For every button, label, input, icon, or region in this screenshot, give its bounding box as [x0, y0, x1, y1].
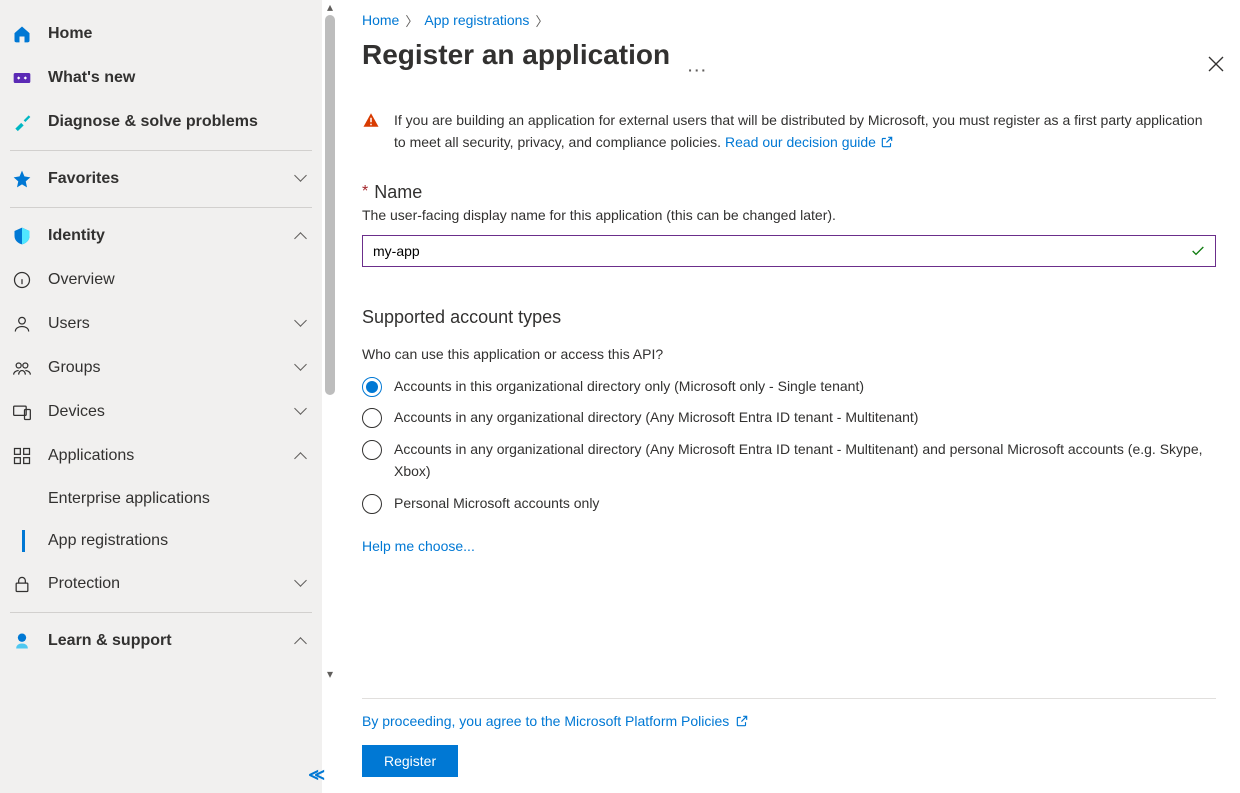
- apps-icon: [12, 446, 32, 466]
- sidebar-item-label: Favorites: [48, 170, 119, 188]
- breadcrumb-app-registrations[interactable]: App registrations: [424, 12, 529, 28]
- sidebar-item-protection[interactable]: Protection: [0, 562, 322, 606]
- sidebar-item-label: Home: [48, 25, 92, 43]
- register-button[interactable]: Register: [362, 745, 458, 777]
- warning-decision-guide-link[interactable]: Read our decision guide: [725, 134, 894, 150]
- sidebar-item-home[interactable]: Home: [0, 12, 322, 56]
- external-link-icon: [880, 135, 894, 149]
- link-text: Read our decision guide: [725, 134, 876, 150]
- scroll-thumb[interactable]: [325, 15, 335, 395]
- link-text: By proceeding, you agree to the Microsof…: [362, 713, 729, 729]
- sidebar-item-identity[interactable]: Identity: [0, 214, 322, 258]
- warning-banner: If you are building an application for e…: [362, 109, 1216, 154]
- app-name-input[interactable]: [362, 235, 1216, 267]
- support-icon: [12, 631, 32, 651]
- sidebar-item-label: What's new: [48, 69, 135, 87]
- sidebar-divider: [10, 207, 312, 208]
- sidebar-item-users[interactable]: Users: [0, 302, 322, 346]
- required-indicator: *: [362, 183, 368, 201]
- groups-icon: [12, 358, 32, 378]
- account-type-option-multitenant[interactable]: Accounts in any organizational directory…: [362, 407, 1216, 429]
- sidebar-item-applications[interactable]: Applications: [0, 434, 322, 478]
- breadcrumb-home[interactable]: Home: [362, 12, 399, 28]
- footer: By proceeding, you agree to the Microsof…: [362, 698, 1216, 793]
- sidebar-divider: [10, 612, 312, 613]
- home-icon: [12, 24, 32, 44]
- sidebar-item-label: Applications: [48, 447, 134, 465]
- radio-icon: [362, 440, 382, 460]
- sidebar-item-label: App registrations: [48, 532, 168, 550]
- sidebar-item-label: Identity: [48, 227, 105, 245]
- sidebar-item-label: Protection: [48, 575, 120, 593]
- warning-text-container: If you are building an application for e…: [394, 109, 1216, 154]
- help-me-choose-link[interactable]: Help me choose...: [362, 538, 1216, 554]
- chevron-down-icon: [292, 316, 308, 332]
- name-label: Name: [374, 182, 422, 203]
- radio-label: Accounts in any organizational directory…: [394, 439, 1216, 482]
- chevron-right-icon: 〉: [535, 11, 548, 30]
- collapse-sidebar-button[interactable]: ≪: [308, 765, 325, 785]
- account-type-option-multitenant-personal[interactable]: Accounts in any organizational directory…: [362, 439, 1216, 482]
- account-type-option-personal-only[interactable]: Personal Microsoft accounts only: [362, 493, 1216, 515]
- devices-icon: [12, 402, 32, 422]
- sidebar-scrollbar[interactable]: ▴ ▾: [322, 0, 338, 793]
- sidebar-item-app-registrations[interactable]: App registrations: [0, 520, 322, 562]
- sparkle-icon: [12, 68, 32, 88]
- user-icon: [12, 314, 32, 334]
- sidebar-item-label: Learn & support: [48, 632, 172, 650]
- sidebar-item-diagnose[interactable]: Diagnose & solve problems: [0, 100, 322, 144]
- sidebar-item-groups[interactable]: Groups: [0, 346, 322, 390]
- chevron-down-icon: [292, 171, 308, 187]
- page-title: Register an application: [362, 39, 670, 71]
- radio-icon: [362, 494, 382, 514]
- tools-icon: [12, 112, 32, 132]
- chevron-down-icon: [292, 360, 308, 376]
- radio-icon: [362, 408, 382, 428]
- radio-icon: [362, 377, 382, 397]
- chevron-up-icon: [292, 633, 308, 649]
- main-content: Home 〉 App registrations 〉 Register an a…: [338, 0, 1240, 793]
- account-types-question: Who can use this application or access t…: [362, 346, 1216, 362]
- account-type-option-single-tenant[interactable]: Accounts in this organizational director…: [362, 376, 1216, 398]
- account-types-heading: Supported account types: [362, 307, 1216, 328]
- sidebar-divider: [10, 150, 312, 151]
- chevron-right-icon: 〉: [405, 11, 418, 30]
- info-icon: [12, 270, 32, 290]
- chevron-down-icon: [292, 576, 308, 592]
- sidebar-item-enterprise-apps[interactable]: Enterprise applications: [0, 478, 322, 520]
- chevron-up-icon: [292, 228, 308, 244]
- sidebar-item-label: Enterprise applications: [48, 490, 210, 508]
- more-actions-button[interactable]: ···: [688, 62, 708, 78]
- chevron-down-icon: [292, 404, 308, 420]
- close-button[interactable]: [1204, 52, 1228, 76]
- sidebar-item-label: Users: [48, 315, 90, 333]
- radio-label: Personal Microsoft accounts only: [394, 493, 599, 515]
- radio-label: Accounts in any organizational directory…: [394, 407, 918, 429]
- radio-label: Accounts in this organizational director…: [394, 376, 864, 398]
- name-help-text: The user-facing display name for this ap…: [362, 207, 1216, 223]
- chevron-up-icon: [292, 448, 308, 464]
- scroll-up-arrow[interactable]: ▴: [322, 0, 338, 16]
- platform-policies-link[interactable]: By proceeding, you agree to the Microsof…: [362, 713, 749, 729]
- sidebar-scroll: Home What's new Diagnose & solve problem…: [0, 12, 322, 785]
- check-icon: [1190, 243, 1206, 259]
- sidebar-item-label: Devices: [48, 403, 105, 421]
- sidebar-item-whats-new[interactable]: What's new: [0, 56, 322, 100]
- breadcrumb: Home 〉 App registrations 〉: [362, 10, 1216, 29]
- name-label-row: * Name: [362, 182, 1216, 203]
- sidebar-item-devices[interactable]: Devices: [0, 390, 322, 434]
- sidebar-item-overview[interactable]: Overview: [0, 258, 322, 302]
- sidebar: Home What's new Diagnose & solve problem…: [0, 0, 322, 793]
- sidebar-item-favorites[interactable]: Favorites: [0, 157, 322, 201]
- warning-icon: [362, 111, 380, 129]
- sidebar-item-label: Diagnose & solve problems: [48, 113, 258, 131]
- sidebar-item-label: Groups: [48, 359, 100, 377]
- identity-icon: [12, 226, 32, 246]
- sidebar-item-label: Overview: [48, 271, 115, 289]
- external-link-icon: [735, 714, 749, 728]
- sidebar-item-learn-support[interactable]: Learn & support: [0, 619, 322, 663]
- star-icon: [12, 169, 32, 189]
- scroll-down-arrow[interactable]: ▾: [322, 667, 338, 683]
- lock-icon: [12, 574, 32, 594]
